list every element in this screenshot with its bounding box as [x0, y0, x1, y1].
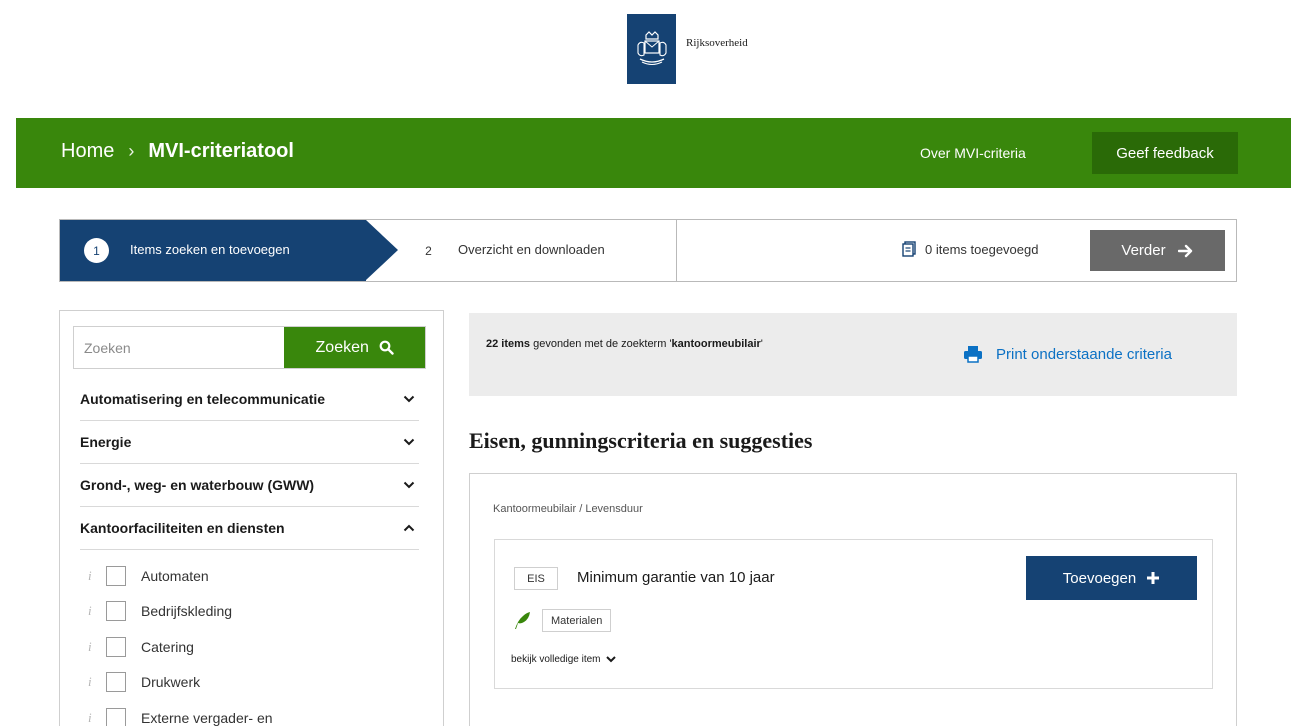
- step-2-number: 2: [416, 238, 441, 263]
- step-divider: [676, 220, 677, 281]
- subcategory-label: Catering: [141, 638, 194, 655]
- chevron-down-icon: [403, 395, 415, 403]
- breadcrumb-separator-icon: ›: [128, 141, 135, 161]
- search-form: Zoeken: [73, 326, 426, 369]
- step-1-number: 1: [84, 238, 109, 263]
- results-info-bar: 22 items gevonden met de zoekterm 'kanto…: [469, 313, 1237, 396]
- view-full-item-label: bekijk volledige item: [511, 654, 601, 665]
- step-1-label[interactable]: Items zoeken en toevoegen: [130, 242, 290, 257]
- leaf-icon: [515, 612, 530, 629]
- info-icon[interactable]: i: [88, 568, 102, 584]
- coat-of-arms-icon: [627, 14, 676, 84]
- subcategory-item[interactable]: i Catering: [80, 629, 419, 665]
- subcategory-label: Drukwerk: [141, 674, 201, 691]
- results-summary: 22 items gevonden met de zoekterm 'kanto…: [486, 338, 763, 350]
- result-card: Kantoormeubilair / Levensduur EIS Minimu…: [469, 473, 1237, 726]
- material-tag: Materialen: [542, 609, 612, 632]
- checkbox[interactable]: [106, 565, 126, 586]
- subcategory-item[interactable]: i Externe vergader- en: [80, 700, 419, 726]
- brand-name: Rijksoverheid: [686, 37, 748, 49]
- chevron-down-icon: [605, 656, 616, 663]
- chevron-down-icon: [403, 481, 415, 489]
- category-gww[interactable]: Grond-, weg- en waterbouw (GWW): [80, 464, 419, 507]
- search-input[interactable]: [74, 327, 285, 368]
- info-icon[interactable]: i: [88, 603, 102, 619]
- category-label: Energie: [80, 434, 132, 450]
- category-label: Grond-, weg- en waterbouw (GWW): [80, 477, 315, 493]
- subcategory-label: Externe vergader- en: [141, 709, 273, 726]
- step-1-arrow: [366, 220, 398, 280]
- next-button-label: Verder: [1121, 242, 1166, 259]
- category-label: Automatisering en telecommunicatie: [80, 391, 326, 407]
- plus-icon: [1147, 572, 1160, 584]
- subcategory-label: Automaten: [141, 567, 209, 584]
- item-type-tag: EIS: [514, 567, 558, 590]
- category-list: Automatisering en telecommunicatie Energ…: [80, 378, 419, 726]
- about-mvi-link[interactable]: Over MVI-criteria: [920, 145, 1026, 161]
- search-button-label: Zoeken: [315, 338, 369, 356]
- document-icon: [902, 241, 916, 257]
- breadcrumb-current: MVI-criteriatool: [148, 140, 294, 162]
- subcategory-item[interactable]: i Automaten: [80, 558, 419, 594]
- search-button[interactable]: Zoeken: [284, 327, 425, 368]
- item-title: Minimum garantie van 10 jaar: [577, 569, 775, 586]
- items-added-label: 0 items toegevoegd: [925, 241, 1039, 257]
- subcategory-item[interactable]: i Bedrijfskleding: [80, 594, 419, 630]
- site-header: Home › MVI-criteriatool Over MVI-criteri…: [16, 118, 1291, 188]
- breadcrumb-home-link[interactable]: Home: [61, 140, 114, 163]
- card-path: Kantoormeubilair / Levensduur: [493, 503, 643, 515]
- breadcrumb: Home › MVI-criteriatool: [61, 140, 294, 163]
- checkbox[interactable]: [106, 636, 126, 657]
- subcategory-item[interactable]: i Drukwerk: [80, 665, 419, 701]
- chevron-up-icon: [403, 524, 415, 532]
- view-full-item-link[interactable]: bekijk volledige item: [511, 654, 616, 665]
- items-added-counter[interactable]: 0 items toegevoegd: [902, 241, 1038, 257]
- info-icon[interactable]: i: [88, 674, 102, 690]
- checkbox[interactable]: [106, 672, 126, 693]
- step-bar: 1 Items zoeken en toevoegen 2 Overzicht …: [59, 219, 1237, 282]
- search-term: kantoormeubilair: [671, 338, 761, 350]
- step-2-label[interactable]: Overzicht en downloaden: [458, 242, 605, 257]
- feedback-button[interactable]: Geef feedback: [1092, 132, 1238, 174]
- category-energie[interactable]: Energie: [80, 421, 419, 464]
- search-icon: [379, 340, 394, 355]
- results-text-end: ': [760, 338, 763, 350]
- printer-icon: [964, 346, 982, 363]
- info-icon[interactable]: i: [88, 639, 102, 655]
- section-title: Eisen, gunningscriteria en suggesties: [469, 428, 813, 453]
- next-button[interactable]: Verder: [1090, 230, 1225, 271]
- add-button[interactable]: Toevoegen: [1026, 556, 1197, 600]
- rijksoverheid-logo[interactable]: Rijksoverheid: [627, 14, 748, 84]
- category-automatisering[interactable]: Automatisering en telecommunicatie: [80, 378, 419, 421]
- print-criteria-label: Print onderstaande criteria: [996, 345, 1172, 363]
- print-criteria-link[interactable]: Print onderstaande criteria: [963, 345, 1172, 363]
- category-label: Kantoorfaciliteiten en diensten: [80, 520, 285, 536]
- info-icon[interactable]: i: [88, 710, 102, 726]
- add-button-label: Toevoegen: [1062, 569, 1137, 587]
- arrow-right-icon: [1177, 244, 1192, 257]
- results-count: 22 items: [486, 338, 531, 350]
- chevron-down-icon: [403, 438, 415, 446]
- results-text: gevonden met de zoekterm ': [530, 338, 672, 350]
- subcategory-label: Bedrijfskleding: [141, 603, 233, 620]
- category-kantoorfaciliteiten[interactable]: Kantoorfaciliteiten en diensten: [80, 507, 419, 550]
- subcategory-list: i Automaten i Bedrijfskleding i Catering…: [80, 558, 419, 726]
- filter-sidebar: Zoeken Automatisering en telecommunicati…: [59, 310, 444, 726]
- checkbox[interactable]: [106, 707, 126, 726]
- checkbox[interactable]: [106, 601, 126, 622]
- criteria-item: EIS Minimum garantie van 10 jaar Toevoeg…: [494, 539, 1213, 689]
